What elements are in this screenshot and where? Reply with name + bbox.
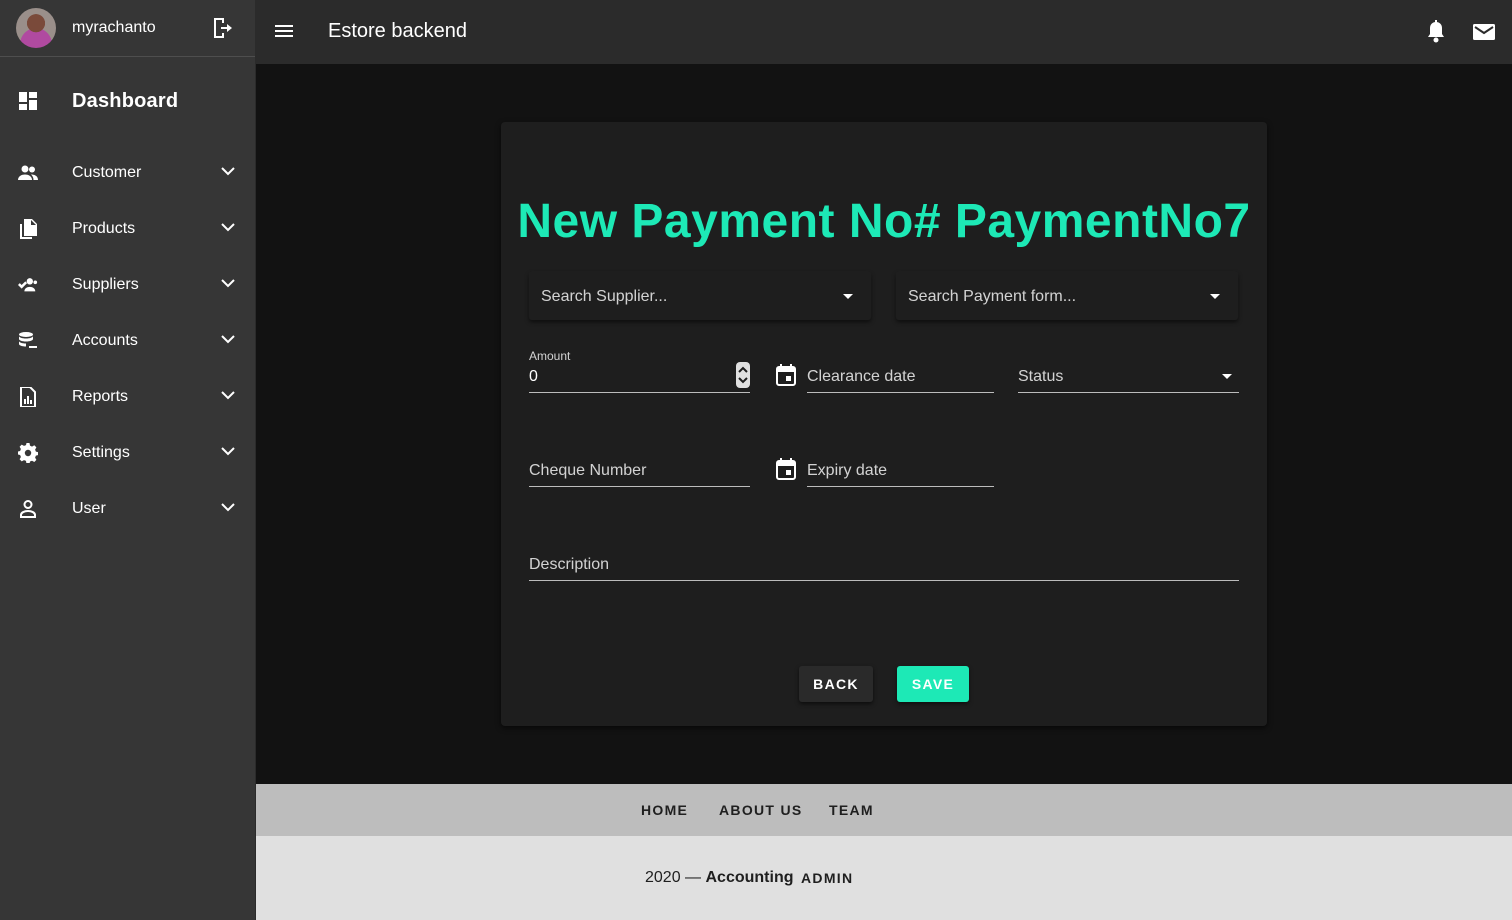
people-icon [18, 165, 38, 180]
sidebar-item-products[interactable]: Products [0, 201, 255, 257]
footer-links-bar: HOME ABOUT US TEAM [256, 784, 1512, 836]
clearance-date-placeholder: Clearance date [807, 368, 916, 385]
database-icon [19, 332, 37, 348]
documents-icon [20, 219, 37, 239]
username: myrachanto [72, 19, 156, 36]
sidebar-item-accounts[interactable]: Accounts [0, 313, 255, 369]
avatar[interactable] [16, 8, 56, 48]
mail-icon[interactable] [1473, 22, 1495, 42]
description-field[interactable]: Description [529, 550, 1239, 581]
chevron-down-icon[interactable] [220, 443, 236, 459]
sidebar-item-reports[interactable]: Reports [0, 369, 255, 425]
bell-icon[interactable] [1425, 20, 1447, 44]
group-check-icon [18, 278, 38, 292]
page-title: New Payment No# PaymentNo7 [517, 195, 1251, 248]
sidebar-item-customer[interactable]: Customer [0, 145, 255, 201]
footer-link-about-us[interactable]: ABOUT US [719, 802, 803, 818]
sidebar-item-label: Customer [72, 164, 142, 181]
expiry-date-placeholder: Expiry date [807, 462, 888, 479]
dropdown-arrow-icon [843, 294, 853, 299]
top-app-bar: Estore backend [256, 0, 1512, 64]
number-spinner[interactable] [736, 362, 750, 388]
person-icon [20, 500, 36, 518]
chevron-down-icon[interactable] [220, 275, 236, 291]
sidebar: myrachanto Dashboard Customer Products S… [0, 0, 256, 920]
logout-icon[interactable] [212, 17, 232, 39]
sidebar-item-label: Dashboard [72, 89, 179, 112]
spinner-arrows-icon [738, 366, 748, 384]
clearance-date-field[interactable]: Clearance date [807, 362, 994, 393]
sidebar-item-suppliers[interactable]: Suppliers [0, 257, 255, 313]
cheque-number-placeholder: Cheque Number [529, 462, 647, 479]
dropdown-arrow-icon [1222, 374, 1232, 379]
sidebar-item-label: Suppliers [72, 276, 139, 293]
footer-copyright-bar: 2020 — Accounting ADMIN [256, 836, 1512, 920]
calendar-icon[interactable] [776, 364, 796, 386]
gear-icon [18, 443, 38, 463]
sidebar-item-user[interactable]: User [0, 481, 255, 537]
app-title: Estore backend [328, 20, 467, 42]
payment-form-select[interactable]: Search Payment form... [896, 272, 1238, 320]
expiry-date-field[interactable]: Expiry date [807, 456, 994, 487]
amount-field[interactable]: 0 [529, 362, 750, 393]
chevron-down-icon[interactable] [220, 499, 236, 515]
save-button[interactable]: SAVE [897, 666, 969, 702]
cheque-number-field[interactable]: Cheque Number [529, 456, 750, 487]
footer-link-team[interactable]: TEAM [829, 802, 874, 818]
status-select[interactable]: Status [1018, 362, 1239, 393]
copyright-brand: Accounting [705, 869, 794, 886]
amount-label: Amount [529, 349, 571, 363]
report-icon [20, 387, 36, 407]
amount-value: 0 [529, 368, 538, 385]
dropdown-arrow-icon [1210, 294, 1220, 299]
sidebar-item-label: Accounts [72, 332, 138, 349]
chevron-down-icon[interactable] [220, 219, 236, 235]
chevron-down-icon[interactable] [220, 163, 236, 179]
footer-admin-link[interactable]: ADMIN [801, 870, 853, 886]
supplier-select[interactable]: Search Supplier... [529, 272, 871, 320]
sidebar-item-dashboard[interactable]: Dashboard [0, 57, 255, 145]
user-row: myrachanto [0, 0, 255, 57]
copyright-year: 2020 — [645, 869, 702, 886]
description-placeholder: Description [529, 556, 610, 573]
sidebar-item-label: User [72, 500, 106, 517]
copyright-text: 2020 — Accounting [645, 869, 794, 887]
footer-link-home[interactable]: HOME [641, 802, 688, 818]
sidebar-item-label: Reports [72, 388, 129, 405]
supplier-select-placeholder: Search Supplier... [541, 288, 668, 305]
sidebar-item-label: Settings [72, 444, 130, 461]
payment-form-select-placeholder: Search Payment form... [908, 288, 1077, 305]
chevron-down-icon[interactable] [220, 387, 236, 403]
sidebar-item-label: Products [72, 220, 136, 237]
payment-form-card: New Payment No# PaymentNo7 Search Suppli… [501, 122, 1267, 726]
menu-icon[interactable] [274, 20, 294, 42]
dashboard-icon [19, 92, 37, 110]
back-button[interactable]: BACK [799, 666, 873, 702]
calendar-icon[interactable] [776, 458, 796, 480]
sidebar-item-settings[interactable]: Settings [0, 425, 255, 481]
status-placeholder: Status [1018, 368, 1064, 385]
chevron-down-icon[interactable] [220, 331, 236, 347]
